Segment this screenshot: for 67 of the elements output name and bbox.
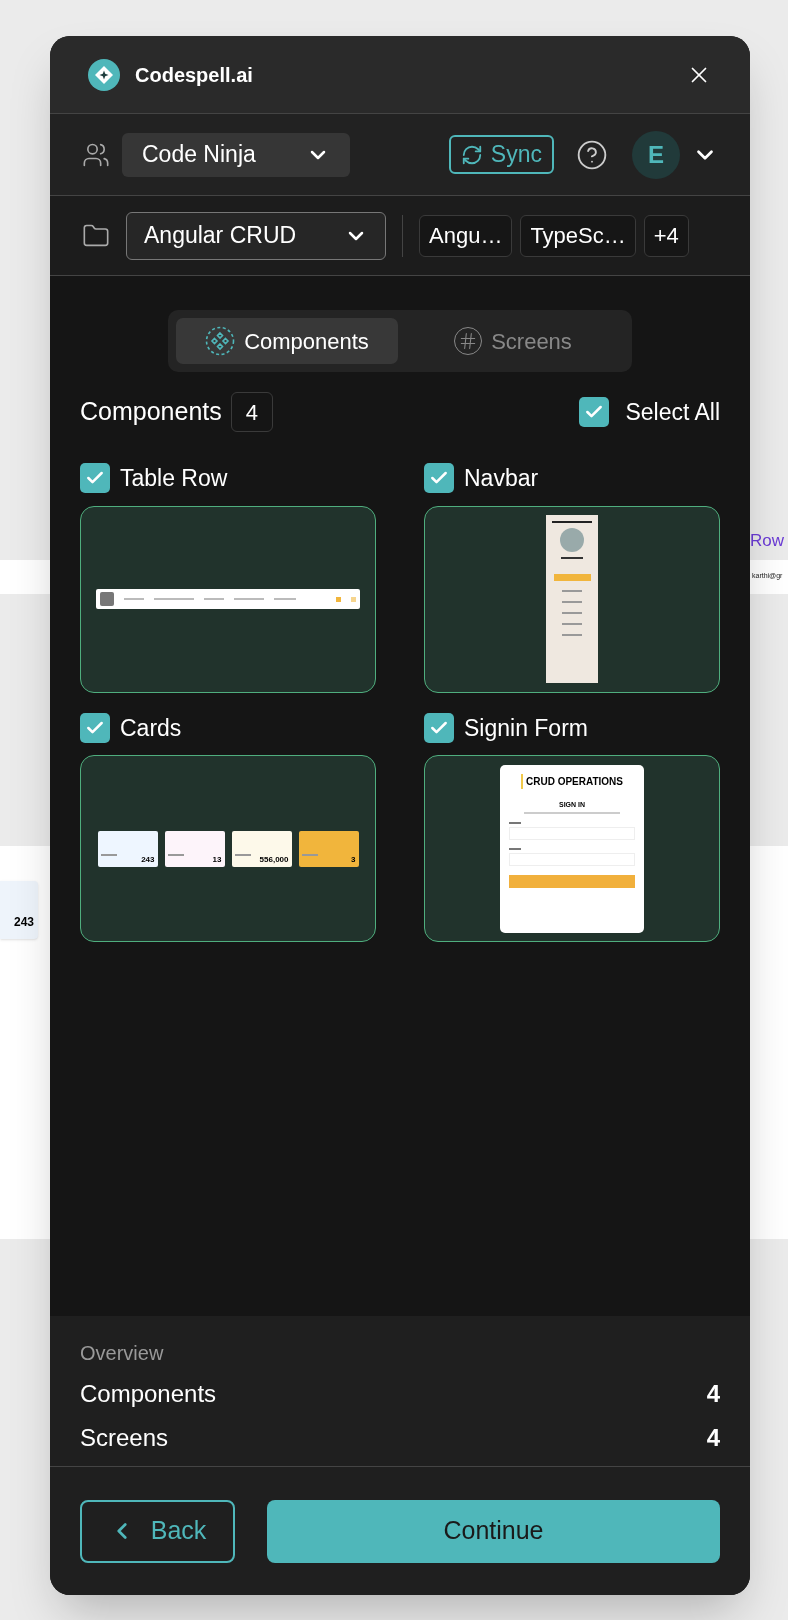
stat-value: 243 <box>141 855 155 864</box>
text-line <box>204 598 224 600</box>
page-heading: Row <box>750 530 785 552</box>
text-line <box>234 853 251 856</box>
components-icon <box>205 326 236 356</box>
tag: Angu… <box>419 214 513 257</box>
text-line <box>562 634 582 636</box>
text-line <box>561 557 583 559</box>
overview-value: 4 <box>706 1379 720 1409</box>
help-icon <box>576 138 608 171</box>
overview-label: Components <box>80 1379 217 1409</box>
text-line <box>100 853 117 856</box>
preview-card[interactable] <box>80 505 376 693</box>
section-title: Components <box>80 396 222 428</box>
checkbox[interactable] <box>424 463 454 494</box>
help-button[interactable] <box>576 138 608 171</box>
overview-value: 4 <box>706 1423 720 1453</box>
refresh-icon <box>460 143 483 166</box>
text-line <box>167 853 184 856</box>
overview-title: Overview <box>80 1341 165 1366</box>
logo-icon <box>88 58 120 91</box>
text-line <box>274 598 296 600</box>
tag: TypeSc… <box>520 214 636 257</box>
text-line <box>562 612 582 614</box>
component-label: Navbar <box>464 464 539 493</box>
tab[interactable]: Screens <box>402 318 624 364</box>
component-label: Signin Form <box>464 713 588 743</box>
text-line <box>562 590 582 592</box>
stat-value: 556,000 <box>259 855 289 864</box>
component-label: Cards <box>120 713 182 743</box>
text-line <box>234 598 264 600</box>
back-button[interactable]: Back <box>80 1499 235 1563</box>
preview-card[interactable]: 243 13 556,000 3 <box>80 755 376 942</box>
select-all-label: Select All <box>625 397 720 427</box>
text-line <box>154 598 194 600</box>
checkbox[interactable] <box>579 397 610 427</box>
text-line <box>552 521 592 523</box>
team-dropdown[interactable]: Code Ninja <box>122 132 350 177</box>
avatar-placeholder <box>100 592 114 606</box>
tab[interactable]: Components <box>176 318 398 364</box>
checkbox[interactable] <box>80 712 110 743</box>
checkbox[interactable] <box>424 712 454 743</box>
text-line <box>562 601 582 603</box>
count-badge: 4 <box>230 392 273 432</box>
avatar-placeholder <box>560 528 584 552</box>
text-line <box>509 822 521 824</box>
continue-button[interactable]: Continue <box>267 1499 720 1563</box>
text-line <box>124 598 144 600</box>
tag: +4 <box>643 214 689 257</box>
text-line <box>562 623 582 625</box>
stat-value: 13 <box>212 855 222 864</box>
edit-icon <box>336 596 341 602</box>
menu-highlight <box>553 574 591 581</box>
overview-label: Screens <box>80 1423 169 1453</box>
delete-icon <box>351 596 356 602</box>
window-title: Codespell.ai <box>135 62 253 88</box>
checkbox[interactable] <box>80 463 110 494</box>
stat-value: 243 <box>13 913 34 931</box>
avatar-button[interactable]: E <box>632 130 680 179</box>
text-line <box>301 853 318 856</box>
preview-title: CRUD OPERATIONS <box>520 773 623 789</box>
sync-button[interactable]: Sync <box>448 135 554 174</box>
text-line <box>509 848 521 850</box>
preview-card[interactable] <box>424 505 720 693</box>
component-label: Table Row <box>120 464 228 493</box>
stat-value: 3 <box>351 855 356 864</box>
project-dropdown[interactable]: Angular CRUD <box>126 211 386 260</box>
